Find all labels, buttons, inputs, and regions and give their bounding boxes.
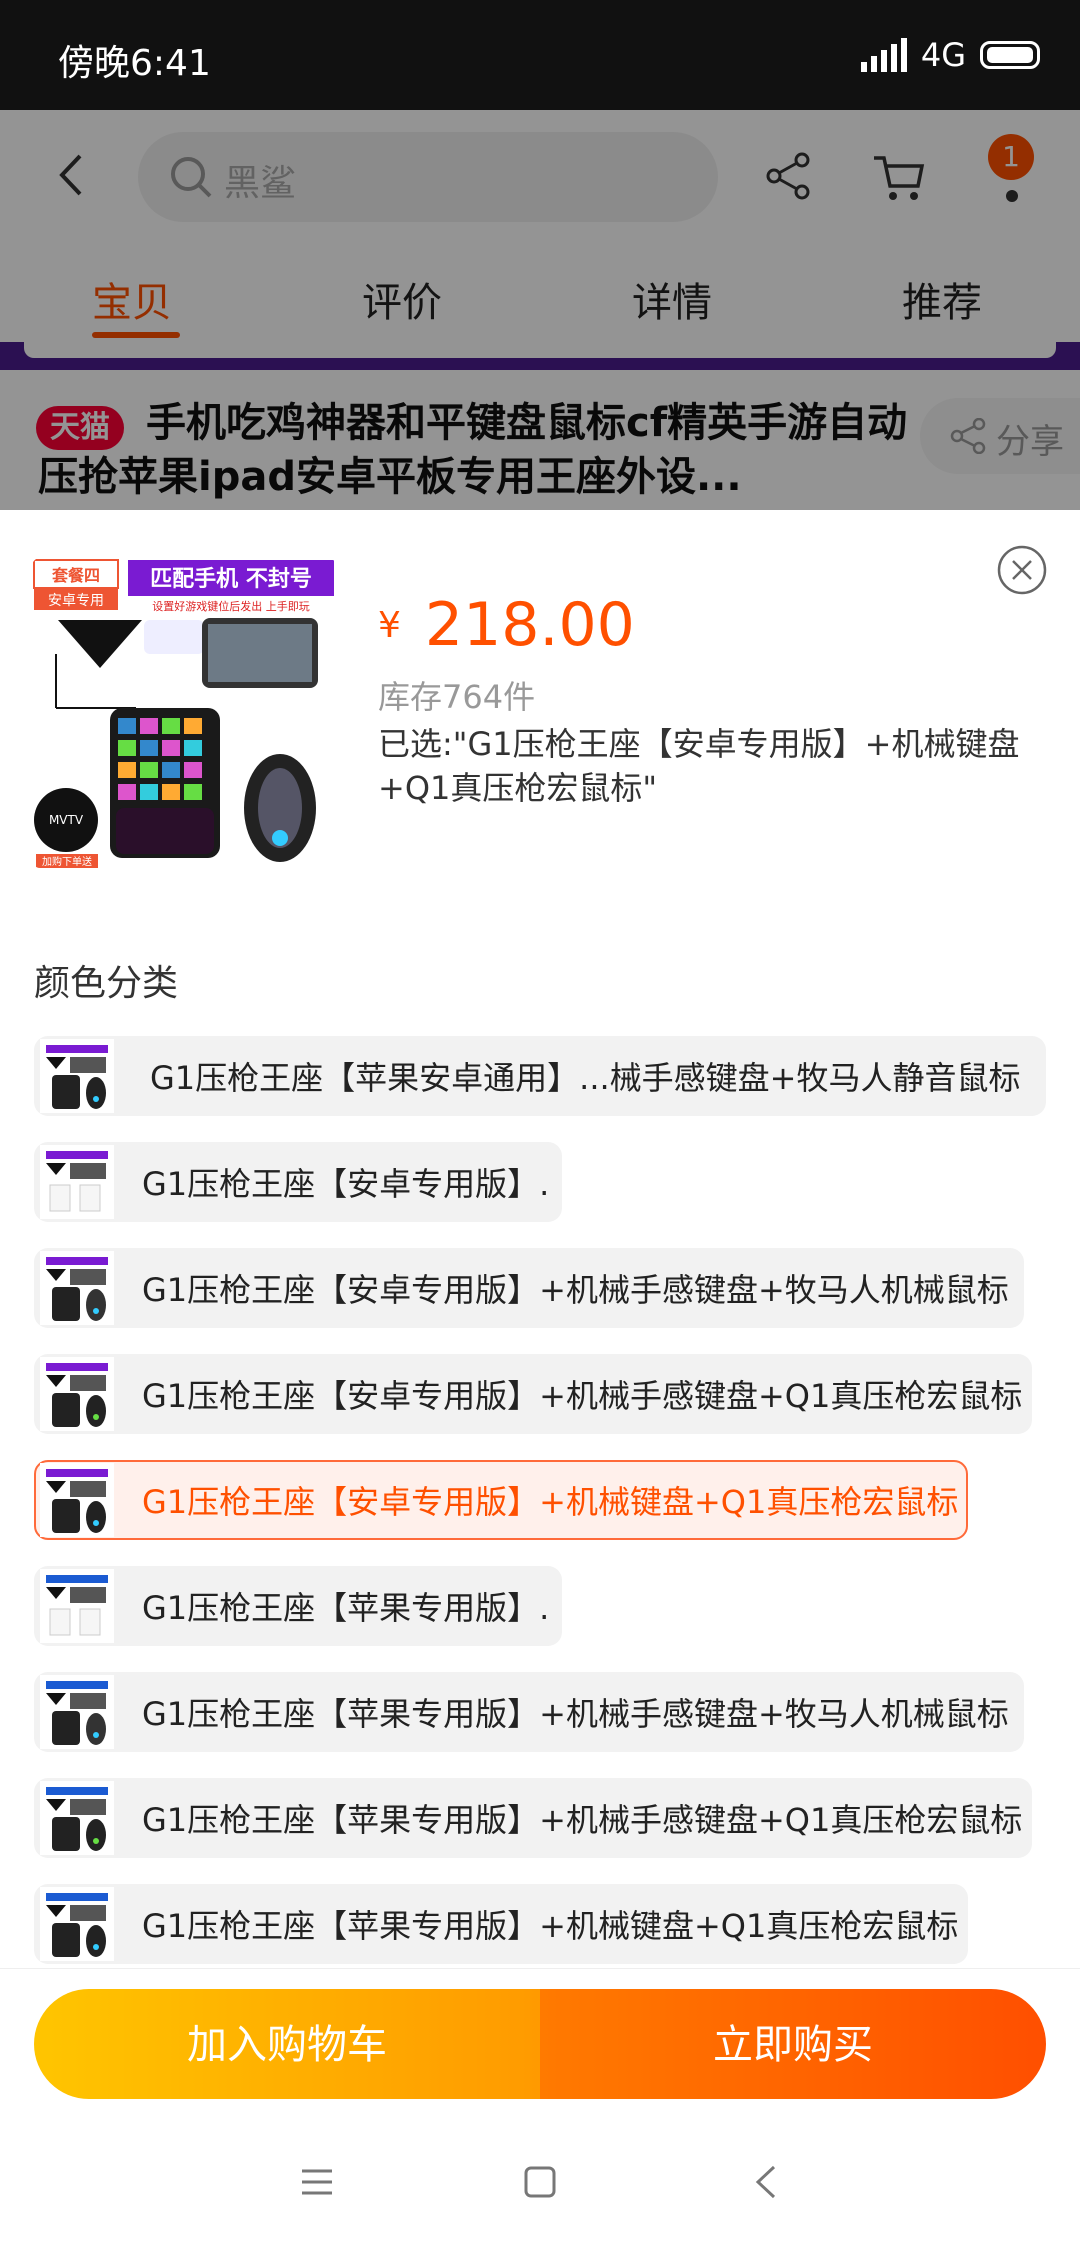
thumb-banner-sub: 设置好游戏键位后发出 上手即玩 [152,599,310,613]
price-row: ¥218.00 [378,590,635,660]
buy-now-button[interactable]: 立即购买 [540,1989,1046,2099]
option-4-selected[interactable]: G1压枪王座【安卓专用版】+机械键盘+Q1真压枪宏鼠标 [34,1460,968,1540]
option-thumbnail [40,1569,114,1643]
status-bar: 傍晚6:41 4G [0,0,1080,110]
option-thumbnail [40,1781,114,1855]
option-thumbnail [40,1675,114,1749]
add-to-cart-button[interactable]: 加入购物车 [34,1989,540,2099]
option-label: G1压枪王座【苹果专用版】+机械手感键盘+牧马人机械鼠标 [142,1695,1009,1733]
thumb-brand: MVTV [49,813,84,827]
system-nav-bar [0,2118,1080,2248]
option-thumbnail [40,1357,114,1431]
product-thumbnail[interactable]: 套餐四 安卓专用 匹配手机 不封号 设置好游戏键位后发出 上手即玩 MVTV 加… [32,558,336,868]
color-category-label: 颜色分类 [34,963,179,1004]
option-thumbnail [40,1039,114,1113]
sku-sheet: 套餐四 安卓专用 匹配手机 不封号 设置好游戏键位后发出 上手即玩 MVTV 加… [0,510,1080,1968]
status-time: 傍晚6:41 [58,43,211,84]
option-3[interactable]: G1压枪王座【安卓专用版】+机械手感键盘+Q1真压枪宏鼠标 [34,1354,1032,1434]
home-icon[interactable] [524,2166,556,2198]
option-thumbnail [40,1463,114,1537]
option-5[interactable]: G1压枪王座【苹果专用版】. [34,1566,562,1646]
battery-icon [980,41,1040,69]
option-label: G1压枪王座【苹果专用版】+机械键盘+Q1真压枪宏鼠标 [142,1907,959,1945]
option-thumbnail [40,1887,114,1961]
option-label: G1压枪王座【苹果安卓通用】...械手感键盘+牧马人静音鼠标 [150,1059,1021,1097]
thumb-package-tag: 套餐四 [51,566,100,585]
option-label: G1压枪王座【安卓专用版】. [142,1165,550,1203]
close-icon[interactable] [996,544,1048,596]
selected-variant: 已选:"G1压枪王座【安卓专用版】+机械键盘+Q1真压枪宏鼠标" [378,725,1020,807]
menu-icon[interactable] [300,2168,334,2196]
option-label: G1压枪王座【苹果专用版】. [142,1589,550,1627]
network-type: 4G [920,36,966,74]
option-1[interactable]: G1压枪王座【安卓专用版】. [34,1142,562,1222]
option-0[interactable]: G1压枪王座【苹果安卓通用】...械手感键盘+牧马人静音鼠标 [34,1036,1046,1116]
modal-overlay[interactable] [0,110,1080,510]
thumb-package-sub: 安卓专用 [48,593,104,609]
currency-symbol: ¥ [378,604,401,646]
price: 218.00 [424,590,635,660]
option-8[interactable]: G1压枪王座【苹果专用版】+机械键盘+Q1真压枪宏鼠标 [34,1884,968,1964]
option-2[interactable]: G1压枪王座【安卓专用版】+机械手感键盘+牧马人机械鼠标 [34,1248,1024,1328]
thumb-gift-note: 加购下单送 [42,855,92,868]
option-thumbnail [40,1251,114,1325]
back-icon[interactable] [754,2164,778,2200]
option-thumbnail [40,1145,114,1219]
option-label: G1压枪王座【安卓专用版】+机械手感键盘+Q1真压枪宏鼠标 [142,1377,1023,1415]
option-7[interactable]: G1压枪王座【苹果专用版】+机械手感键盘+Q1真压枪宏鼠标 [34,1778,1032,1858]
signal-icon [860,38,907,72]
option-label: G1压枪王座【苹果专用版】+机械手感键盘+Q1真压枪宏鼠标 [142,1801,1023,1839]
option-label: G1压枪王座【安卓专用版】+机械手感键盘+牧马人机械鼠标 [142,1271,1009,1309]
stock-count: 库存764件 [378,678,536,716]
option-6[interactable]: G1压枪王座【苹果专用版】+机械手感键盘+牧马人机械鼠标 [34,1672,1024,1752]
action-bar: 加入购物车 立即购买 [0,1968,1080,2119]
thumb-banner: 匹配手机 不封号 [150,567,312,592]
option-label: G1压枪王座【安卓专用版】+机械键盘+Q1真压枪宏鼠标 [142,1483,959,1521]
